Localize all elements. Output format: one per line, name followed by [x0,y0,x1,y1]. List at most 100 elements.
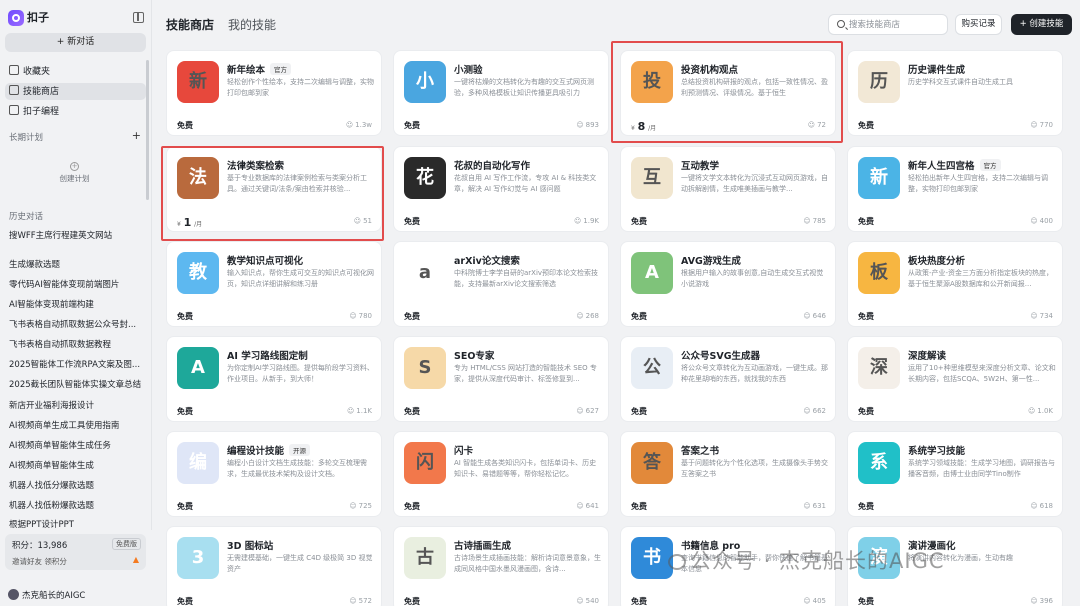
skill-card[interactable]: 小 小测验 一键将枯燥的文档转化为有趣的交互式网页测验，多种风格模板让知识传播更具吸… [393,50,609,136]
skill-icon: 互 [631,157,673,199]
sidebar-scrollbar[interactable] [146,60,149,200]
skill-uses: 1.9K [574,217,599,225]
skill-card[interactable]: A AI 学习路线图定制 为你定制AI学习路线图。提供每阶段学习资料、作业项目。从新… [166,336,382,422]
skill-uses: 1.1K [347,407,372,415]
skill-icon: A [177,347,219,389]
history-item[interactable]: 飞书表格自动抓取数据教程 [9,339,142,351]
skill-card[interactable]: a arXiv论文搜索 中科院博士李学自研的arXiv预印本论文检索技能，支持最新a… [393,241,609,327]
store-icon [9,85,19,95]
skill-card[interactable]: 答 答案之书基于问题转化为个性化选项，生成摄像头手势交互答案之书免费 631 [620,431,836,517]
skill-icon: A [631,252,673,294]
history-item[interactable]: 飞书表格自动抓取数据公众号封... [9,319,142,331]
history-item[interactable]: AI智能体变现前端构建 [9,299,142,311]
skill-title: 花叔的自动化写作 [454,161,531,172]
skill-card[interactable]: 板 板块热度分析 从政策-产业-资金三方面分析指定板块的热度，基于恒生聚源A股数据库… [847,241,1063,327]
skill-card[interactable]: 深 深度解读 运用了10+种思维模型来深度分析文章、论文和长期内容，包括SCQA、5… [847,336,1063,422]
skill-desc: 编程小白设计文档生成技能：多轮交互梳理需求，生成最优技术架构及设计文档。 [227,459,367,478]
history-item[interactable]: 新店开业福利海报设计 [9,400,142,412]
nav-item-skill-store[interactable]: 技能商店 [9,85,59,99]
skill-price: 免费 [631,597,647,606]
history-item[interactable]: 机器人找低分爆款选题 [9,480,142,492]
skill-glyph: 新 [870,167,888,188]
skill-glyph: 历 [870,71,888,92]
skill-card[interactable]: 古 古诗插画生成 古诗场景生成插画技能：解析诗词意景意象，生成同风格中国水墨风漫画图… [393,526,609,606]
skill-glyph: 闪 [416,452,434,473]
skill-icon: 教 [177,252,219,294]
skill-glyph: 古 [416,547,434,568]
skill-desc: 根据用户输入的故事创意,自动生成交互式视觉小说游戏 [681,269,824,288]
skill-uses: 725 [349,502,372,510]
skill-desc: 无需建模基础，一键生成 C4D 级极简 3D 视觉资产 [227,554,373,573]
history-item[interactable]: 2025截长团队智能体实操文章总结 [9,379,142,391]
skill-card[interactable]: 新 新年绘本官方轻松创作个性绘本，支持二次编辑与调整，实物打印包邮到家免费 1.3w [166,50,382,136]
skill-card[interactable]: S SEO专家 专为 HTML/CSS 网站打造的智能技术 SEO 专家，提供从深度… [393,336,609,422]
skill-glyph: 答 [643,452,661,473]
skill-title: 3D 图标站 [227,541,274,552]
skill-card[interactable]: 系 系统学习技能 系统学习领域技能：生成学习地图，调研报告与播客音频，由博士业由同学… [847,431,1063,517]
plan-badge[interactable]: 免费版 [112,538,141,550]
app-name: 扣子 [27,11,49,24]
add-plan-icon[interactable]: + [132,129,141,142]
skill-card[interactable]: 花 花叔的自动化写作 花叔自用 AI 写作工作流，专攻 AI & 科技类文章，解决 … [393,146,609,232]
skill-uses: 627 [576,407,599,415]
skill-icon: 3 [177,537,219,579]
skill-card[interactable]: 互 互动教学 一键将文学文本转化为沉浸式互动网页游戏，自动拆解剧情，生成唯美插画与教… [620,146,836,232]
user-profile[interactable]: 杰克船长的AIGC [8,589,85,601]
skill-icon: 板 [858,252,900,294]
skill-price: 免费 [177,597,193,606]
skill-card[interactable]: 编 编程设计技能 开源 编程小白设计文档生成技能：多轮交互梳理需求，生成最优技术架构及… [166,431,382,517]
invite-link[interactable]: 邀请好友 领积分 [12,556,67,567]
points-card[interactable]: 积分：13,986 免费版 邀请好友 领积分 ▲ [5,534,146,570]
skill-card[interactable]: 公 公众号SVG生成器 将公众号文章转化为互动画游戏，一键生成。那种花里胡哨的东西，… [620,336,836,422]
skill-price: 免费 [858,502,874,511]
create-skill-button[interactable]: + 创建技能 [1011,14,1072,35]
skill-card[interactable]: 闪 闪卡 AI 智能生成各类知识闪卡，包括单词卡、历史知识卡、易错题等等，帮你轻松记… [393,431,609,517]
skill-glyph: 板 [870,262,888,283]
nav-item-favorites[interactable]: 收藏夹 [9,65,50,79]
skill-glyph: A [191,357,205,378]
search-box[interactable] [828,14,948,35]
skill-desc: 一键将枯燥的文档转化为有趣的交互式网页测验，多种风格模板让知识传播更具吸引力 [454,78,594,97]
skill-icon: 历 [858,61,900,103]
skill-price: 免费 [177,121,193,130]
search-input[interactable] [849,18,945,32]
plus-circle-icon: + [70,162,79,171]
skill-glyph: 书 [643,547,661,568]
skill-price: 免费 [404,312,420,321]
history-item[interactable]: 2025智能体工作流RPA文案及图... [9,359,142,371]
history-item[interactable]: 搜WFF主席行程建英文网站 [9,230,142,242]
history-item[interactable]: 零代码AI智能体变现前端图片 [9,279,142,291]
history-item[interactable]: AI视频商单智能体生成 [9,460,142,472]
skill-uses: 662 [803,407,826,415]
history-item[interactable]: AI视频商单智能体生成任务 [9,440,142,452]
skill-glyph: 互 [643,167,661,188]
history-item[interactable]: 生成爆款选题 [9,259,142,271]
tab-my-skills[interactable]: 我的技能 [228,17,276,33]
skill-desc: 运用了10+种思维模型来深度分析文章、论文和长期内容，包括SCQA、5W2H、第… [908,364,1056,383]
history-item[interactable]: 机器人找低粉爆款选题 [9,500,142,512]
skill-title: 新年绘本 官方 [227,62,292,76]
sidebar-collapse-icon[interactable] [133,12,144,23]
skill-card[interactable]: 历 历史课件生成历史学科交互式课件自动生成工具免费 770 [847,50,1063,136]
skill-uses: 734 [1030,312,1053,320]
nav-item-coze-coding[interactable]: 扣子编程 [9,105,59,119]
skill-title: 答案之书 [681,446,720,457]
purchase-records-button[interactable]: 购买记录 [955,14,1002,35]
skill-icon: 闪 [404,442,446,484]
skill-card[interactable]: A AVG游戏生成根据用户输入的故事创意,自动生成交互式视觉小说游戏免费 646 [620,241,836,327]
skill-card[interactable]: 新 新年人生四宫格 官方 轻松拍出新年人生四宫格，支持二次编辑与调整，实物打印包邮到家… [847,146,1063,232]
skill-uses: 618 [1030,502,1053,510]
history-item[interactable]: AI视频商单生成工具使用指南 [9,420,142,432]
skill-title: 古诗插画生成 [454,541,512,552]
skill-price: 免费 [177,312,193,321]
create-plan-button[interactable]: + 创建计划 [9,152,140,192]
skill-glyph: 编 [189,452,207,473]
skill-title: 教学知识点可视化 [227,256,304,267]
skill-price: 免费 [858,597,874,606]
skill-desc: 专为 HTML/CSS 网站打造的智能技术 SEO 专家，提供从深度代码审计、标… [454,364,597,383]
skill-card[interactable]: 教 教学知识点可视化 输入知识点，帮你生成可交互的知识点可视化网页，知识点详细讲解和… [166,241,382,327]
new-chat-button[interactable]: + 新对话 [5,33,146,52]
skill-price: 免费 [631,407,647,416]
tab-skill-store[interactable]: 技能商店 [166,17,214,33]
skill-card[interactable]: 3 3D 图标站无需建模基础，一键生成 C4D 级极简 3D 视觉资产免费 572 [166,526,382,606]
